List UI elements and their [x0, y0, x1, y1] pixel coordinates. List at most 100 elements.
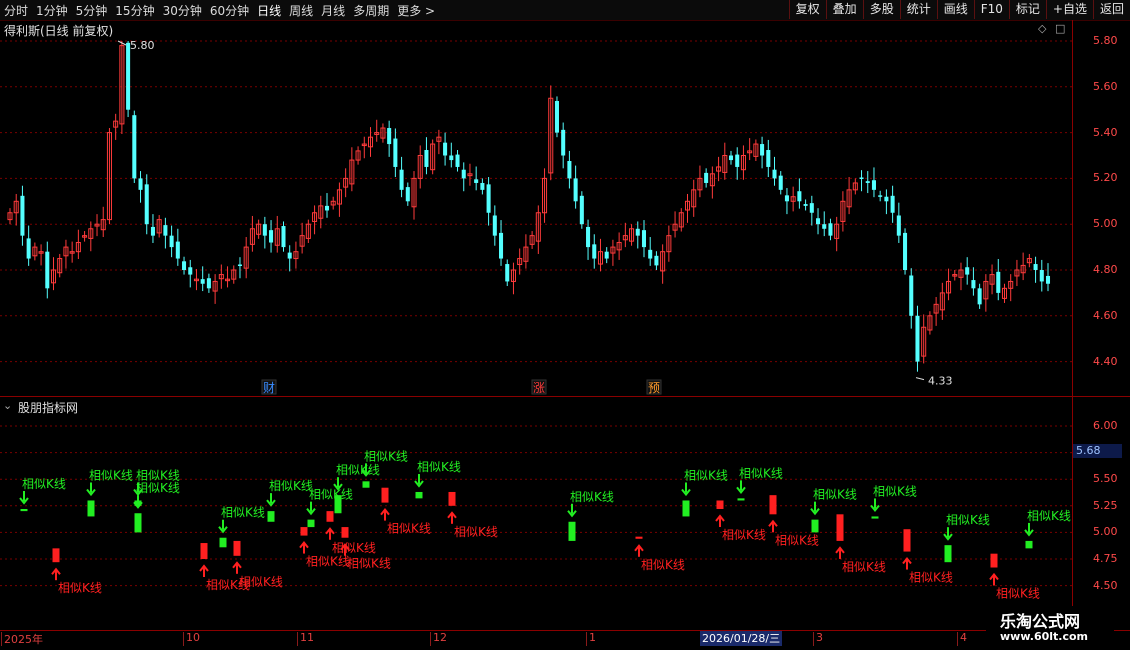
candle [840, 191, 846, 232]
candle [175, 228, 180, 266]
candle [816, 208, 821, 235]
candle [666, 225, 672, 262]
candle [629, 224, 635, 246]
low-price-label: 4.33 [928, 375, 953, 388]
candle [361, 136, 367, 159]
candle [467, 163, 473, 186]
candle [206, 273, 211, 293]
time-label: 4 [960, 631, 967, 644]
candle [269, 220, 274, 253]
candle [132, 110, 137, 183]
candle [119, 41, 125, 134]
indicator-tick: 5.00 [1093, 525, 1118, 539]
signal-label: 相似K线 [1027, 509, 1071, 523]
candle [387, 120, 392, 157]
tool-button-0[interactable]: 复权 [788, 0, 826, 19]
candle [32, 242, 38, 261]
tool-button-8[interactable]: 返回 [1092, 0, 1130, 19]
signal-label: 相似K线 [946, 513, 990, 527]
candle [921, 314, 927, 364]
period-tab-4[interactable]: 30分钟 [163, 2, 202, 19]
indicator-chart[interactable]: 相似K线相似K线相似K线 相似K线相似K线相似K线相似K线相似K线相似K线相似K线… [0, 397, 1072, 630]
candle [1020, 252, 1026, 281]
candle [834, 216, 840, 252]
signal-label: 相似K线 [336, 463, 380, 477]
tool-button-4[interactable]: 画线 [936, 0, 974, 19]
candle [747, 138, 753, 161]
price-tick: 5.60 [1093, 79, 1118, 93]
candle [784, 188, 789, 215]
candle [709, 166, 715, 199]
signal-label: 相似K线 [221, 506, 265, 520]
tool-button-6[interactable]: 标记 [1008, 0, 1046, 19]
candle [523, 234, 529, 269]
candle [449, 142, 454, 168]
period-tab-1[interactable]: 1分钟 [36, 2, 68, 19]
signal-label: 相似K线 [873, 484, 917, 498]
signal-label: 相似K线 [306, 555, 350, 569]
candle [293, 241, 299, 269]
candle [859, 170, 864, 192]
signal-label: 相似K线 [722, 528, 766, 542]
candle [735, 147, 740, 180]
tool-button-3[interactable]: 统计 [899, 0, 937, 19]
period-tab-10[interactable]: 更多 > [397, 2, 435, 19]
tool-button-7[interactable]: +自选 [1045, 0, 1093, 19]
candle [716, 156, 722, 182]
tool-button-5[interactable]: F10 [973, 0, 1009, 19]
signal-label: 相似K线 [417, 460, 461, 474]
candle [971, 267, 976, 296]
candlestick-chart[interactable]: 5.80 4.33 财 涨 预 [0, 20, 1072, 398]
candle [156, 215, 162, 238]
indicator-tick: 5.50 [1093, 472, 1118, 486]
candle [778, 171, 783, 195]
candle [256, 219, 262, 239]
period-tab-3[interactable]: 15分钟 [115, 2, 154, 19]
time-label: 1 [589, 631, 596, 644]
indicator-last-value: 5.68 [1073, 444, 1122, 458]
candle [704, 168, 709, 188]
candle [88, 221, 94, 252]
candle [20, 185, 25, 246]
candle [443, 132, 448, 166]
candle [249, 215, 255, 252]
candle [896, 202, 901, 243]
signal-label: 相似K线 [842, 560, 886, 574]
event-marker[interactable]: 涨 [533, 380, 545, 395]
period-tab-9[interactable]: 多周期 [353, 2, 389, 19]
candle [672, 211, 678, 238]
tool-button-1[interactable]: 叠加 [825, 0, 863, 19]
candle [243, 237, 249, 279]
period-tab-6[interactable]: 日线 [257, 2, 281, 19]
candle [305, 219, 311, 243]
period-tab-8[interactable]: 月线 [321, 2, 345, 19]
period-tab-5[interactable]: 60分钟 [210, 2, 249, 19]
price-tick: 5.00 [1093, 217, 1118, 231]
candle [113, 113, 119, 140]
watermark-title: 乐淘公式网 [1000, 612, 1081, 631]
period-tab-0[interactable]: 分时 [4, 2, 28, 19]
signal-label: 相似K线 [347, 557, 391, 571]
candle [684, 193, 691, 223]
event-marker[interactable]: 预 [648, 381, 660, 395]
candle [281, 221, 286, 252]
candle [933, 297, 939, 326]
candle [567, 150, 572, 189]
candle [983, 274, 989, 312]
candle [126, 41, 131, 118]
candle [193, 269, 199, 291]
candle [890, 185, 895, 223]
tool-button-2[interactable]: 多股 [862, 0, 900, 19]
candle [225, 266, 231, 288]
candle [287, 245, 292, 272]
candle [989, 264, 995, 295]
period-tab-2[interactable]: 5分钟 [76, 2, 108, 19]
signal-green: 相似K线 [218, 506, 265, 548]
candle [852, 178, 858, 195]
period-tab-7[interactable]: 周线 [289, 2, 313, 19]
signal-red: 相似K线 [715, 500, 766, 542]
candle [336, 182, 342, 217]
candle [274, 215, 280, 253]
candle [430, 139, 436, 175]
event-marker[interactable]: 财 [263, 381, 275, 395]
